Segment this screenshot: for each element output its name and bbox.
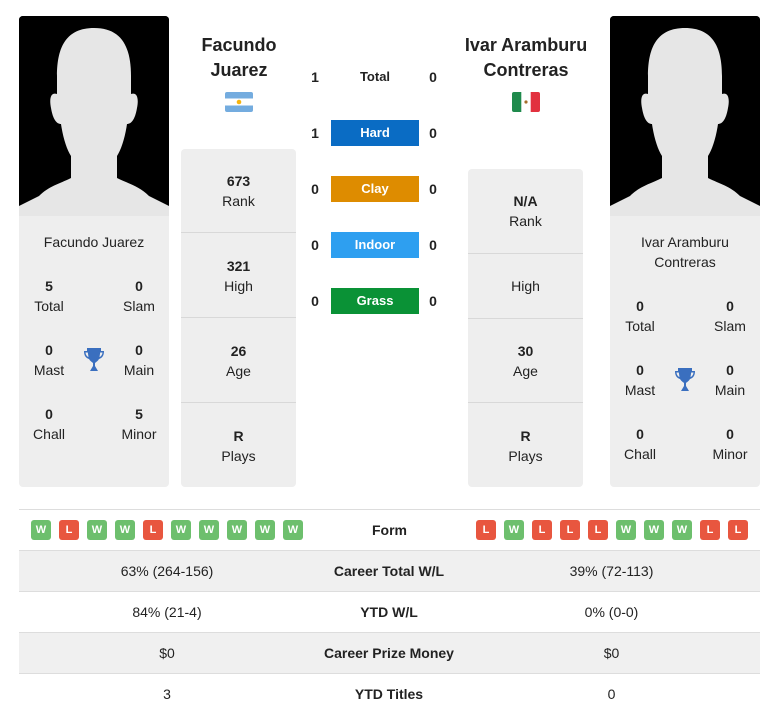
player1-form-badge-win[interactable]: W (115, 520, 135, 540)
player1-header-name[interactable]: Facundo Juarez (180, 33, 298, 83)
surface-badge-grass[interactable]: Grass (331, 288, 419, 314)
comparison-row-career-wl: 63% (264-156) Career Total W/L 39% (72-1… (19, 550, 760, 591)
player1-rank: 673 Rank (181, 149, 296, 233)
comparison-row-prize-money: $0 Career Prize Money $0 (19, 632, 760, 673)
player2-form-badge-win[interactable]: W (616, 520, 636, 540)
trophy-icon (83, 347, 105, 373)
h2h-total-row: 1 Total 0 (300, 64, 450, 90)
player1-plays: R Plays (221, 428, 256, 464)
player2-value: 0% (0-0) (584, 604, 639, 620)
player1-form-badge-win[interactable]: W (31, 520, 51, 540)
player1-form-badge-win[interactable]: W (87, 520, 107, 540)
h2h-total-label: Total (359, 69, 391, 84)
player2-value: 39% (72-113) (569, 563, 654, 579)
h2h-total-p2: 0 (429, 69, 437, 85)
surface-badge-indoor[interactable]: Indoor (331, 232, 419, 258)
player1-age: 26 Age (181, 319, 296, 403)
player2-stats-column: N/A Rank High 30 Age R Plays (468, 169, 583, 487)
player2-plays: R Plays (508, 428, 543, 464)
flag-mexico-icon (512, 92, 540, 112)
player1-titles-card: Facundo Juarez 5 Total 0 Slam 0 Mast 0 Main … (19, 216, 169, 487)
player2-photo (610, 16, 760, 216)
player2-form-badge-loss[interactable]: L (728, 520, 748, 540)
player2-form-badge-loss[interactable]: L (560, 520, 580, 540)
player2-form-badge-loss[interactable]: L (476, 520, 496, 540)
h2h-clay-p1: 0 (311, 181, 319, 197)
player2-header-name[interactable]: Ivar Aramburu Contreras (455, 33, 597, 83)
player1-form-badge-win[interactable]: W (283, 520, 303, 540)
h2h-hard-p2: 0 (429, 125, 437, 141)
h2h-total-p1: 1 (311, 69, 319, 85)
form-row: WLWWLWWWWW Form LWLLLWWWLL (19, 509, 760, 550)
player2-titles-card: Ivar Aramburu Contreras 0 Total 0 Slam 0 Ma… (610, 216, 760, 487)
comparison-row-ytd-wl: 84% (21-4) YTD W/L 0% (0-0) (19, 591, 760, 632)
player2-value: $0 (603, 645, 620, 661)
row-label: YTD W/L (360, 604, 418, 620)
player2-titles-slam: 0 Slam (714, 298, 746, 334)
flag-argentina-icon (225, 92, 253, 112)
player1-titles-mast: 0 Mast (33, 342, 65, 378)
h2h-surface-row-clay: 0 Clay 0 (300, 176, 450, 202)
player2-form-badge-win[interactable]: W (644, 520, 664, 540)
player1-form-badge-win[interactable]: W (255, 520, 275, 540)
player1-form-badge-win[interactable]: W (199, 520, 219, 540)
player1-value: 3 (163, 686, 171, 702)
h2h-indoor-p1: 0 (311, 237, 319, 253)
player1-card-name: Facundo Juarez (43, 234, 145, 250)
h2h-surface-row-hard: 1 Hard 0 (300, 120, 450, 146)
player2-card-name: Ivar Aramburu Contreras (641, 234, 729, 270)
player1-value: $0 (159, 645, 175, 661)
h2h-grass-p1: 0 (311, 293, 319, 309)
player1-titles-slam: 0 Slam (123, 278, 155, 314)
player2-form-badge-loss[interactable]: L (700, 520, 720, 540)
h2h-grass-p2: 0 (429, 293, 437, 309)
player1-form-badge-win[interactable]: W (227, 520, 247, 540)
player2-titles-total: 0 Total (625, 298, 655, 334)
silhouette-icon (19, 16, 169, 216)
player2-titles-mast: 0 Mast (624, 362, 656, 398)
player2-rank: N/A Rank (468, 169, 583, 254)
row-label: Career Prize Money (324, 645, 454, 661)
player1-form-badge-loss[interactable]: L (59, 520, 79, 540)
silhouette-icon (610, 16, 760, 216)
player1-high: 321 High (181, 234, 296, 318)
surface-badge-clay[interactable]: Clay (331, 176, 419, 202)
player1-titles-minor: 5 Minor (121, 406, 157, 442)
comparison-row-ytd-titles: 3 YTD Titles 0 (19, 673, 760, 714)
player2-form-badge-loss[interactable]: L (532, 520, 552, 540)
row-label: Career Total W/L (333, 563, 445, 579)
player2-form-badge-loss[interactable]: L (588, 520, 608, 540)
player1-photo (19, 16, 169, 216)
player1-stats-column: 673 Rank 321 High 26 Age R Plays (181, 149, 296, 487)
player2-high: High (468, 254, 583, 319)
player1-form-badge-loss[interactable]: L (143, 520, 163, 540)
h2h-surface-row-indoor: 0 Indoor 0 (300, 232, 450, 258)
h2h-surface-row-grass: 0 Grass 0 (300, 288, 450, 314)
player2-form-badge-win[interactable]: W (672, 520, 692, 540)
h2h-indoor-p2: 0 (429, 237, 437, 253)
surface-badge-hard[interactable]: Hard (331, 120, 419, 146)
form-label: Form (372, 522, 407, 538)
player2-titles-main: 0 Main (714, 362, 746, 398)
row-label: YTD Titles (354, 686, 424, 702)
player2-titles-minor: 0 Minor (712, 426, 748, 462)
h2h-hard-p1: 1 (311, 125, 319, 141)
player1-titles-total: 5 Total (34, 278, 64, 314)
h2h-clay-p2: 0 (429, 181, 437, 197)
player1-value: 84% (21-4) (132, 604, 202, 620)
trophy-icon (674, 367, 696, 393)
player1-value: 63% (264-156) (120, 563, 214, 579)
player1-form-badge-win[interactable]: W (171, 520, 191, 540)
player1-titles-chall: 0 Chall (33, 406, 65, 442)
player1-titles-main: 0 Main (123, 342, 155, 378)
player2-value: 0 (607, 686, 616, 702)
player2-titles-chall: 0 Chall (624, 426, 656, 462)
player2-age: 30 Age (468, 319, 583, 403)
player2-form-badge-win[interactable]: W (504, 520, 524, 540)
